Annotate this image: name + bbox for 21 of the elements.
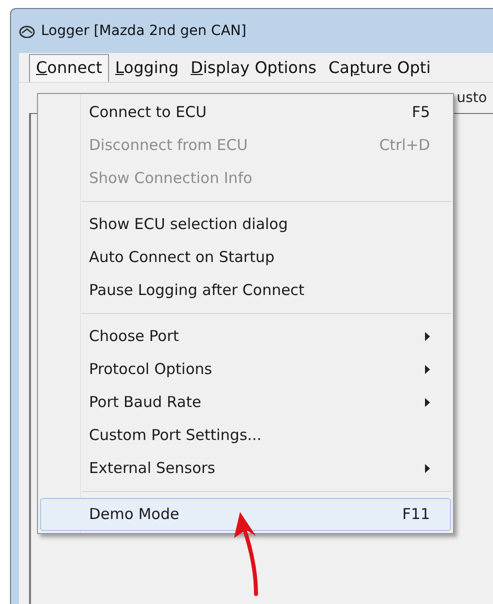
menu-bar-item[interactable]: Capture Opti [322, 54, 437, 82]
submenu-arrow-icon [425, 398, 430, 407]
menu-item[interactable]: Demo Mode F11 [40, 498, 451, 531]
submenu-arrow-icon [425, 332, 430, 341]
window-title: Logger [Mazda 2nd gen CAN] [41, 22, 246, 40]
menu-item[interactable]: Choose Port [40, 320, 451, 353]
menu-item[interactable]: Auto Connect on Startup [40, 241, 451, 274]
menu-item[interactable]: Port Baud Rate [40, 386, 451, 419]
submenu-arrow-icon [425, 464, 430, 473]
menu-bar-item[interactable]: Logging [109, 54, 185, 82]
menu-bar-item[interactable]: Connect [29, 54, 110, 82]
submenu-arrow-icon [425, 365, 430, 374]
menu-item[interactable]: Pause Logging after Connect [40, 274, 451, 307]
toolbar-label: usto [456, 88, 487, 108]
menu-item[interactable]: External Sensors [40, 452, 451, 485]
app-logo-icon [19, 24, 35, 38]
menu-item[interactable]: Show ECU selection dialog [40, 208, 451, 241]
menu-item[interactable]: Custom Port Settings... [40, 419, 451, 452]
menu-item[interactable]: Connect to ECU F5 [40, 96, 451, 129]
menu-item[interactable]: Protocol Options [40, 353, 451, 386]
menu-bar-item[interactable]: Display Options [184, 54, 322, 82]
